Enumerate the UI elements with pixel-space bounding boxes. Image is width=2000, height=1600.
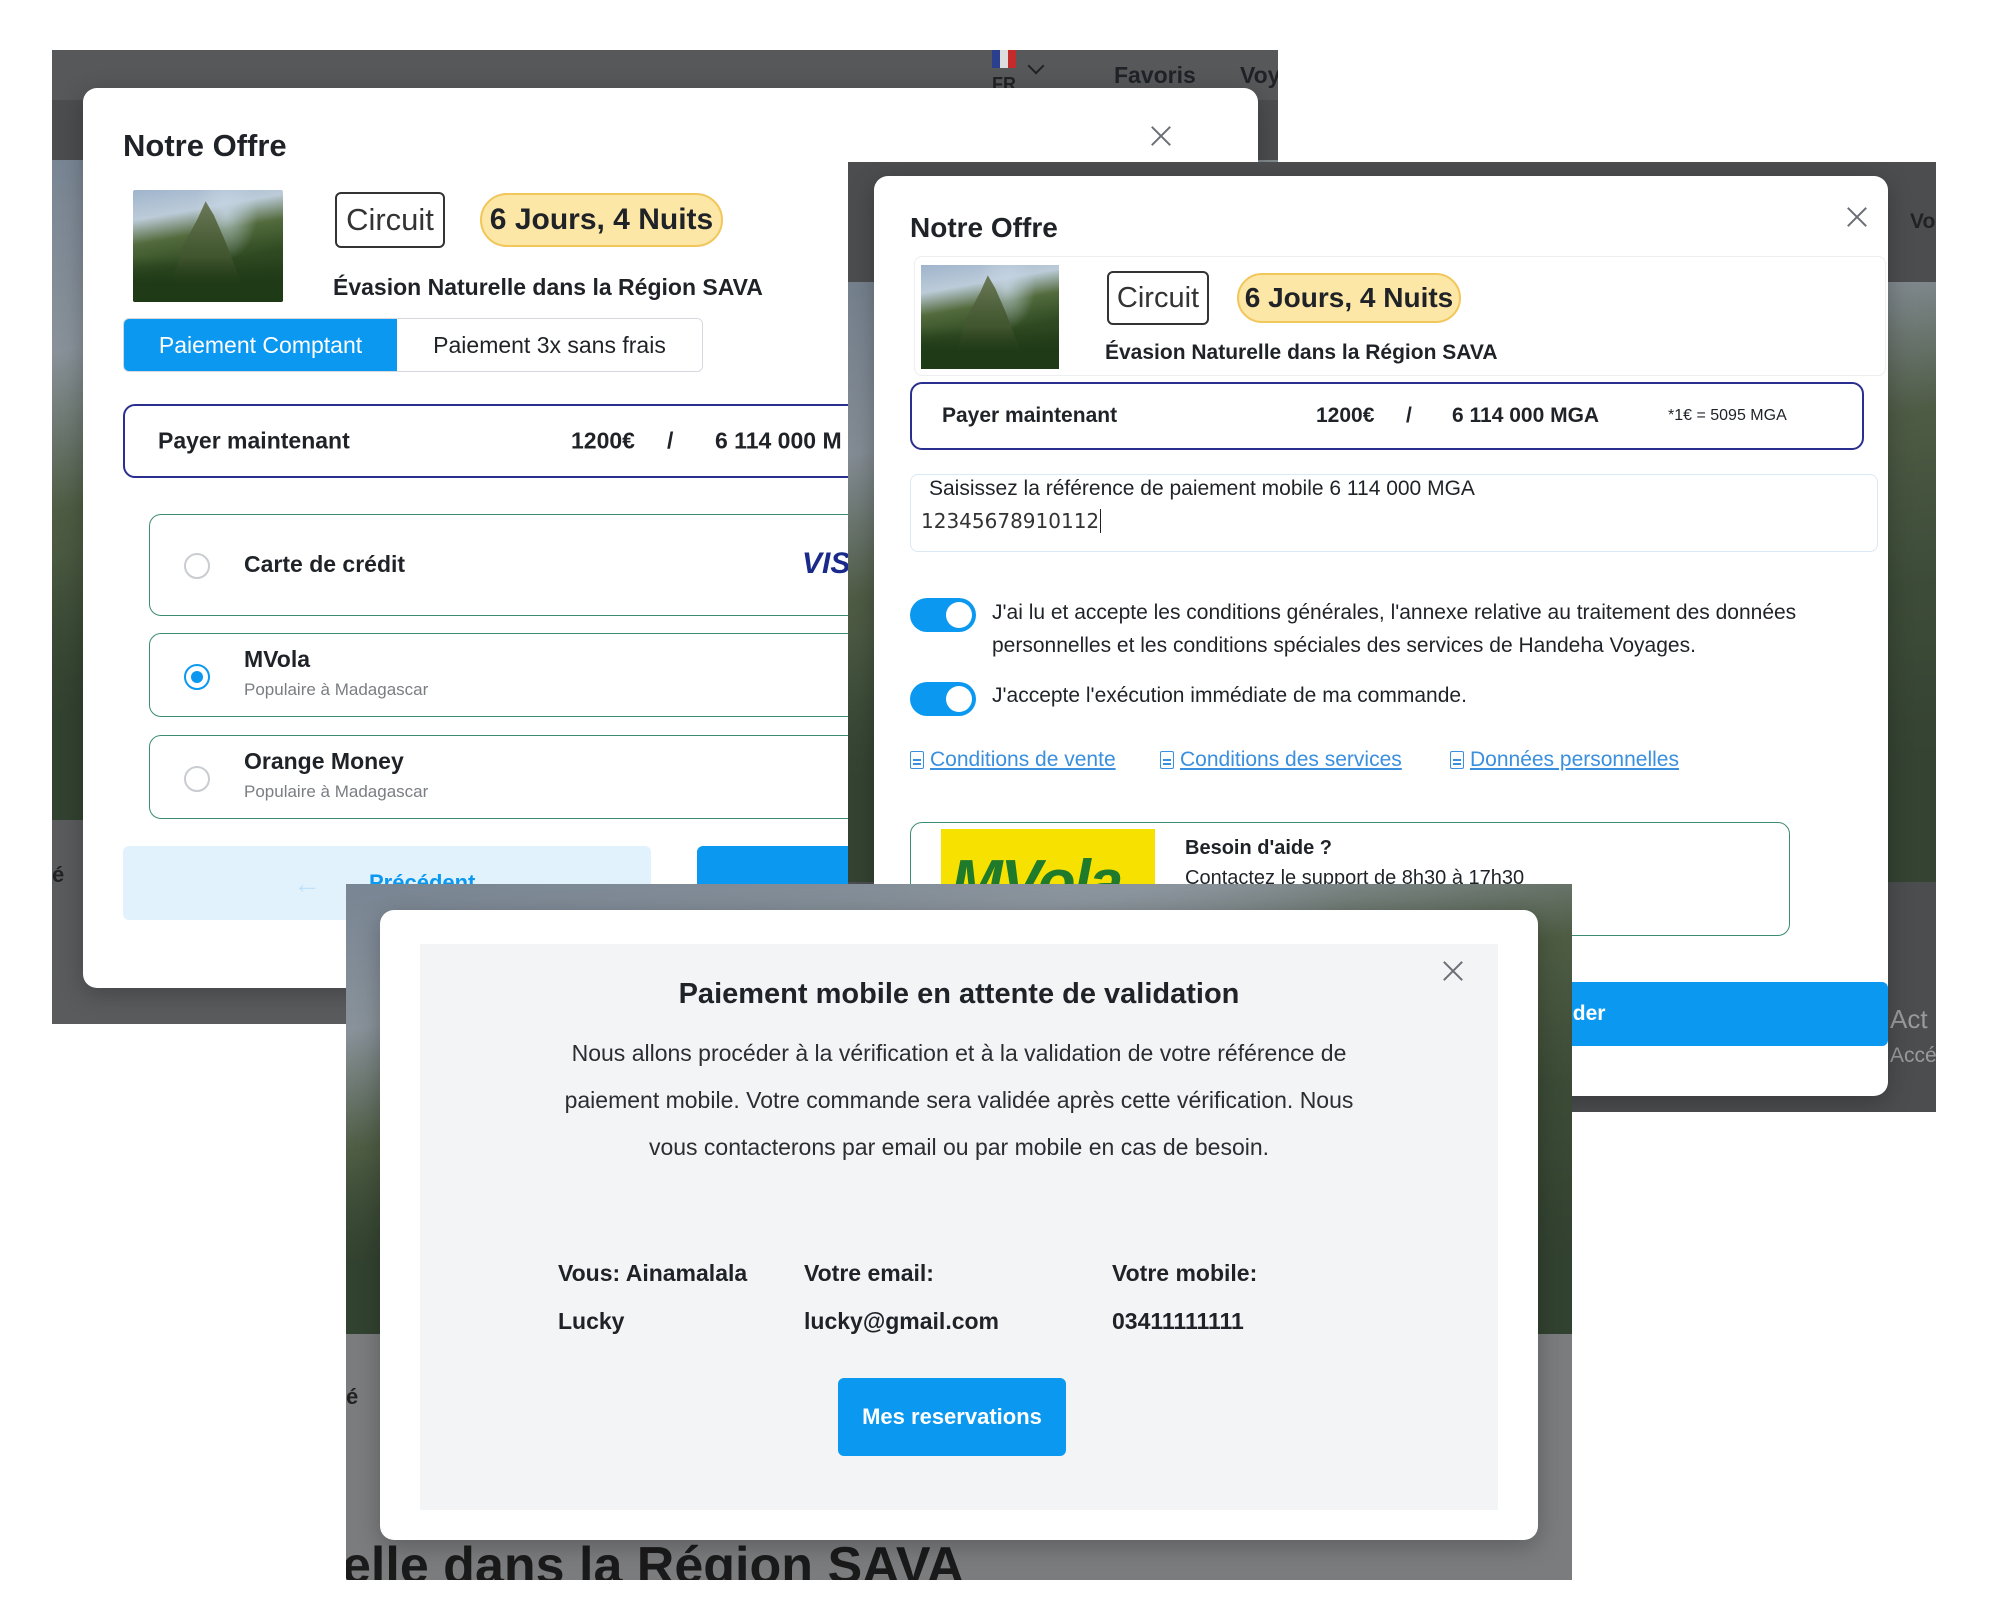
background-text-fragment: Act <box>1890 1004 1928 1034</box>
offer-type-badge: Circuit <box>335 192 445 248</box>
link-label: Conditions des services <box>1180 748 1402 771</box>
background-page-title: elle dans la Région SAVA <box>346 1537 965 1580</box>
validation-modal: Paiement mobile en attente de validation… <box>380 910 1538 1540</box>
price-separator: / <box>667 427 674 454</box>
visa-logo-icon: VIS <box>802 547 851 580</box>
background-text-fragment: Vo <box>1910 210 1936 233</box>
reference-input-value[interactable]: 12345678910112 <box>921 509 1102 533</box>
link-sales-conditions[interactable]: Conditions de vente <box>910 748 1116 772</box>
method-title: Orange Money <box>244 748 404 774</box>
price-eur: 1200€ <box>1316 404 1375 427</box>
price-separator: / <box>1406 404 1412 427</box>
nav-favorites[interactable]: Favoris <box>1114 62 1196 89</box>
radio-orange-money[interactable] <box>184 766 210 792</box>
document-icon <box>1450 751 1464 769</box>
customer-name-value: Lucky <box>558 1308 625 1334</box>
validation-panel: Paiement mobile en attente de validation… <box>420 944 1498 1510</box>
help-title: Besoin d'aide ? <box>1185 837 1333 859</box>
pay-now-label: Payer maintenant <box>942 404 1118 427</box>
exchange-rate: *1€ = 5095 MGA <box>1668 407 1787 424</box>
radio-credit-card[interactable] <box>184 553 210 579</box>
price-mga: 6 114 000 M <box>715 427 842 454</box>
background-text-fragment: é <box>52 862 65 887</box>
my-reservations-button[interactable]: Mes reservations <box>838 1378 1066 1456</box>
modal-title: Notre Offre <box>910 212 1058 243</box>
document-icon <box>1160 751 1174 769</box>
offer-name: Évasion Naturelle dans la Région SAVA <box>1105 341 1498 364</box>
arrow-left-icon: ← <box>293 868 321 899</box>
mobile-label: Votre mobile: <box>1112 1260 1258 1286</box>
link-service-conditions[interactable]: Conditions des services <box>1160 748 1402 772</box>
flag-fr-icon[interactable] <box>992 50 1016 68</box>
method-title: MVola <box>244 646 311 672</box>
nav-voyages[interactable]: Voy <box>1240 62 1278 89</box>
close-icon[interactable] <box>1146 121 1176 151</box>
offer-card: Circuit 6 Jours, 4 Nuits Évasion Naturel… <box>914 256 1886 376</box>
reference-label: Saisissez la référence de paiement mobil… <box>927 477 1477 501</box>
link-label: Données personnelles <box>1470 748 1679 771</box>
reference-field[interactable]: Saisissez la référence de paiement mobil… <box>910 474 1878 552</box>
execution-text: J'accepte l'exécution immédiate de ma co… <box>992 684 1467 707</box>
close-icon[interactable] <box>1842 202 1872 232</box>
document-icon <box>910 751 924 769</box>
duration-badge: 6 Jours, 4 Nuits <box>480 193 723 247</box>
method-subtitle: Populaire à Madagascar <box>244 782 429 801</box>
validation-message: Nous allons procéder à la vérification e… <box>564 1040 1354 1160</box>
background-text-fragment: é <box>346 1384 359 1409</box>
link-personal-data[interactable]: Données personnelles <box>1450 748 1679 772</box>
method-subtitle: Populaire à Madagascar <box>244 680 429 699</box>
modal-title: Notre Offre <box>123 128 287 163</box>
method-title: Carte de crédit <box>244 551 406 577</box>
radio-mvola[interactable] <box>184 664 210 690</box>
pay-now-row: Payer maintenant 1200€ / 6 114 000 MGA *… <box>910 382 1864 450</box>
tab-cash-payment[interactable]: Paiement Comptant <box>124 319 397 371</box>
terms-toggle[interactable] <box>910 598 976 632</box>
offer-type-badge: Circuit <box>1107 271 1209 325</box>
email-value: lucky@gmail.com <box>804 1308 999 1334</box>
link-label: Conditions de vente <box>930 748 1116 771</box>
price-eur: 1200€ <box>571 427 635 454</box>
background-text-fragment: Accé <box>1890 1044 1936 1067</box>
offer-thumbnail <box>133 190 283 302</box>
execution-toggle[interactable] <box>910 682 976 716</box>
duration-badge: 6 Jours, 4 Nuits <box>1237 273 1461 323</box>
offer-name: Évasion Naturelle dans la Région SAVA <box>333 274 763 300</box>
mobile-value: 03411111111 <box>1112 1308 1244 1334</box>
chevron-down-icon[interactable] <box>1027 57 1045 75</box>
offer-thumbnail <box>921 265 1059 369</box>
screenshot-validation-pending: é elle dans la Région SAVA Paiement mobi… <box>346 884 1572 1580</box>
payment-tabs: Paiement Comptant Paiement 3x sans frais <box>123 318 703 372</box>
customer-name-label: Vous: Ainamalala <box>558 1260 748 1286</box>
terms-text: J'ai lu et accepte les conditions généra… <box>992 601 1797 657</box>
validation-title: Paiement mobile en attente de validation <box>678 978 1240 1010</box>
email-label: Votre email: <box>804 1260 934 1286</box>
pay-now-label: Payer maintenant <box>158 427 350 454</box>
price-mga: 6 114 000 MGA <box>1452 404 1600 427</box>
tab-installments[interactable]: Paiement 3x sans frais <box>397 319 702 371</box>
